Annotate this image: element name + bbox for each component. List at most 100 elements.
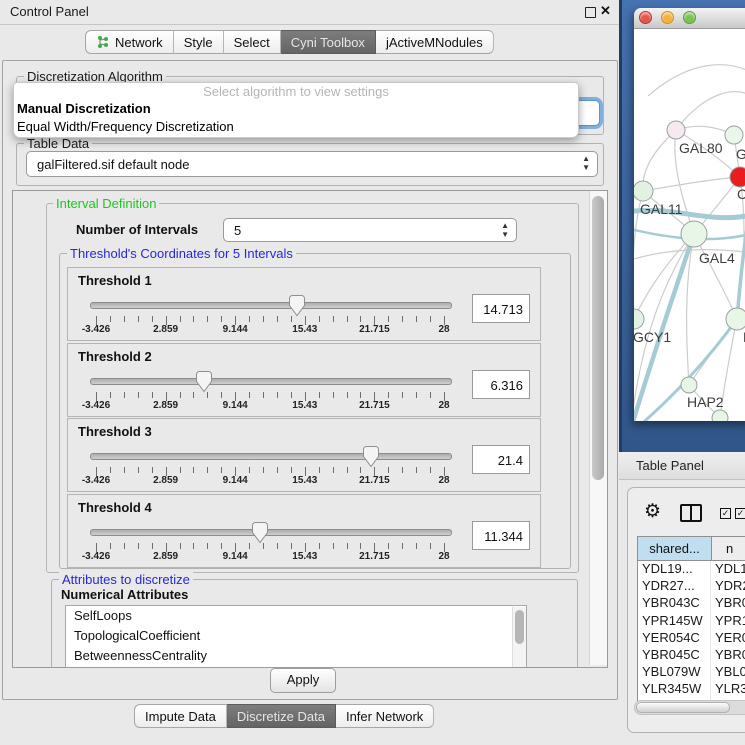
table-data-combo[interactable]: galFiltered.sif default node ▲▼	[26, 151, 598, 177]
column-header-shared-name[interactable]: shared...	[638, 537, 712, 560]
threshold-value-field[interactable]: 6.316	[472, 370, 530, 399]
ruler-tick	[416, 467, 417, 473]
table-horizontal-scrollbar-thumb[interactable]	[636, 702, 730, 713]
attributes-list[interactable]: SelfLoopsTopologicalCoefficientBetweenne…	[65, 605, 527, 668]
gear-icon[interactable]: ⚙	[644, 500, 661, 523]
threshold-slider-knob[interactable]	[251, 521, 269, 544]
table-cell-shared-name[interactable]: YLR345W	[638, 681, 711, 698]
settings-scrollbar[interactable]	[589, 191, 607, 665]
settings-scrollbar-thumb[interactable]	[592, 196, 604, 480]
network-node[interactable]	[726, 308, 745, 330]
threshold-value-field[interactable]: 11.344	[472, 521, 530, 550]
table-cell-shared-name[interactable]: YBL079W	[638, 664, 711, 681]
threshold-slider-track[interactable]	[90, 529, 452, 536]
list-item[interactable]: TopologicalCoefficient	[66, 626, 526, 646]
table-cell-name[interactable]: YDR2	[711, 578, 745, 595]
tab-label: Cyni Toolbox	[291, 35, 365, 50]
ruler-tick	[430, 392, 431, 398]
table-cell-name[interactable]: YLR3	[711, 681, 745, 698]
threshold-slider-track[interactable]	[90, 302, 452, 309]
apply-button[interactable]: Apply	[270, 668, 336, 693]
table-row[interactable]: YBR043CYBR0	[638, 595, 745, 612]
ruler-tick-label: -3.426	[82, 324, 110, 335]
ruler-tick	[416, 543, 417, 549]
table-cell-name[interactable]: YDL1	[711, 561, 745, 578]
network-node[interactable]	[712, 410, 728, 421]
network-node[interactable]	[725, 126, 743, 144]
table-row[interactable]: YLR345WYLR3	[638, 681, 745, 698]
table-cell-shared-name[interactable]: YBR043C	[638, 595, 711, 612]
threshold-slider-knob[interactable]	[362, 445, 380, 468]
network-node-label: GAL11	[640, 201, 683, 217]
attributes-list-scrollbar-thumb[interactable]	[515, 610, 524, 644]
tab-label: Select	[234, 35, 270, 50]
tab-network[interactable]: Network	[85, 30, 174, 54]
float-window-icon[interactable]	[585, 7, 596, 18]
close-icon[interactable]: ✕	[600, 3, 611, 19]
ruler-tick	[138, 467, 139, 473]
split-columns-icon[interactable]	[680, 504, 702, 522]
list-item[interactable]: BetweennessCentrality	[66, 646, 526, 666]
column-header-name[interactable]: n	[712, 537, 745, 560]
network-window-titlebar[interactable]	[634, 8, 745, 29]
table-cell-name[interactable]: YBR0	[711, 595, 745, 612]
list-item[interactable]: SelfLoops	[66, 606, 526, 626]
table-cell-shared-name[interactable]: YPR145W	[638, 613, 711, 630]
network-canvas[interactable]: GAL80GACGAL11GAL4GCY1HHAP2	[634, 29, 745, 421]
table-cell-shared-name[interactable]: YDL19...	[638, 561, 711, 578]
network-edge-thick[interactable]	[634, 234, 694, 421]
network-edge[interactable]	[643, 177, 740, 191]
table-row[interactable]: YBL079WYBL0	[638, 664, 745, 681]
checkbox-icon[interactable]: ✓	[720, 508, 731, 519]
network-node[interactable]	[681, 377, 697, 393]
table-row[interactable]: YER054CYER0	[638, 630, 745, 647]
table-horizontal-scrollbar[interactable]	[634, 700, 745, 715]
minimize-traffic-light-icon[interactable]	[661, 11, 674, 24]
tab-infer-network[interactable]: Infer Network	[336, 704, 434, 728]
network-edge[interactable]	[634, 234, 694, 319]
tab-impute-data[interactable]: Impute Data	[134, 704, 227, 728]
network-node[interactable]	[634, 181, 653, 201]
table-cell-shared-name[interactable]: YDR27...	[638, 578, 711, 595]
table-cell-name[interactable]: YPR1	[711, 613, 745, 630]
table-cell-name[interactable]: YBR0	[711, 647, 745, 664]
threshold-group-title: Threshold's Coordinates for 5 Intervals	[67, 246, 296, 261]
checkbox-icon[interactable]: ✓	[735, 508, 745, 519]
tab-cyni-toolbox[interactable]: Cyni Toolbox	[281, 30, 376, 54]
network-node[interactable]	[730, 167, 745, 187]
table-cell-shared-name[interactable]: YER054C	[638, 630, 711, 647]
tab-style[interactable]: Style	[174, 30, 224, 54]
threshold-value-field[interactable]: 14.713	[472, 294, 530, 323]
threshold-slider-track[interactable]	[90, 378, 452, 385]
popup-item[interactable]: Equal Width/Frequency Discretization	[14, 118, 578, 136]
table-cell-name[interactable]: YBL0	[711, 664, 745, 681]
table-row[interactable]: YDL19...YDL1	[638, 561, 745, 578]
ruler-tick-label: 2.859	[153, 551, 178, 562]
network-node[interactable]	[681, 221, 707, 247]
threshold-slider-track[interactable]	[90, 453, 452, 460]
threshold-label: Threshold 4	[78, 500, 152, 515]
threshold-slider-knob[interactable]	[288, 294, 306, 317]
network-edge[interactable]	[694, 234, 737, 319]
close-traffic-light-icon[interactable]	[639, 11, 652, 24]
table-row[interactable]: YDR27...YDR2	[638, 578, 745, 595]
table-cell-shared-name[interactable]: YBR045C	[638, 647, 711, 664]
popup-item[interactable]: Manual Discretization	[14, 100, 578, 118]
threshold-value-field[interactable]: 21.4	[472, 445, 530, 474]
tab-select[interactable]: Select	[224, 30, 281, 54]
network-node[interactable]	[667, 121, 685, 139]
tab-jactivemnodules[interactable]: jActiveMNodules	[376, 30, 494, 54]
table-row[interactable]: YBR045CYBR0	[638, 647, 745, 664]
network-view-window[interactable]: GAL80GACGAL11GAL4GCY1HHAP2	[634, 8, 745, 421]
network-node[interactable]	[634, 309, 644, 329]
table-cell-name[interactable]: YER0	[711, 630, 745, 647]
network-edge[interactable]	[676, 92, 745, 130]
attributes-list-scrollbar[interactable]	[512, 607, 526, 668]
table-row[interactable]: YPR145WYPR1	[638, 613, 745, 630]
num-intervals-spinner[interactable]: 5 ▲▼	[223, 218, 517, 242]
ruler-tick	[207, 316, 208, 322]
zoom-traffic-light-icon[interactable]	[683, 11, 696, 24]
threshold-slider-knob[interactable]	[195, 370, 213, 393]
ruler-tick	[152, 392, 153, 398]
tab-discretize-data[interactable]: Discretize Data	[227, 704, 336, 728]
